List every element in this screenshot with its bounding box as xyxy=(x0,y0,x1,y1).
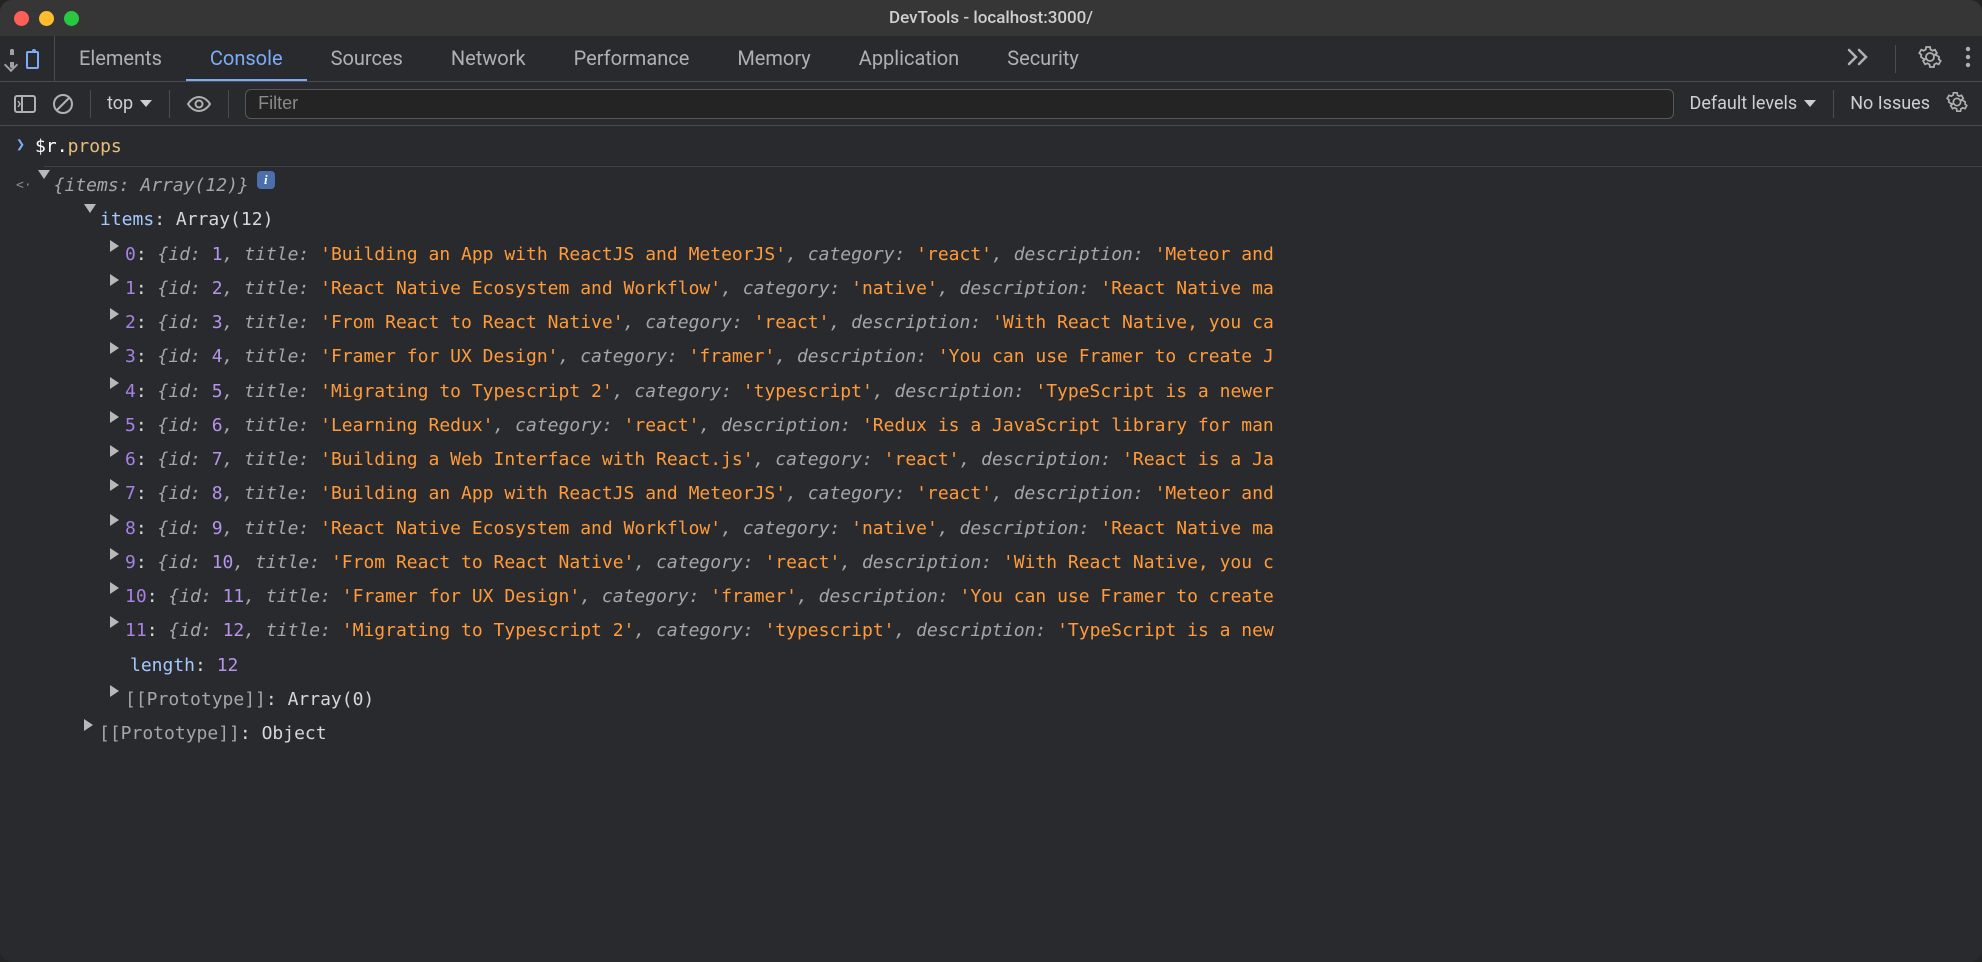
output-chevron-icon: <· xyxy=(16,175,32,197)
expand-toggle-icon[interactable] xyxy=(110,548,119,560)
length-property: length: 12 xyxy=(130,651,238,681)
array-item-content: 0: {id: 1, title: 'Building an App with … xyxy=(125,240,1274,270)
clear-console-icon[interactable] xyxy=(52,93,74,115)
titlebar: DevTools - localhost:3000/ xyxy=(0,0,1982,36)
length-row[interactable]: length: 12 xyxy=(0,649,1982,683)
close-button[interactable] xyxy=(14,11,29,26)
array-item-content: 8: {id: 9, title: 'React Native Ecosyste… xyxy=(125,514,1274,544)
array-item-content: 4: {id: 5, title: 'Migrating to Typescri… xyxy=(125,377,1274,407)
device-toggle-icon[interactable] xyxy=(32,51,36,66)
tab-security[interactable]: Security xyxy=(983,36,1103,81)
live-expression-icon[interactable] xyxy=(186,91,212,117)
array-item-row[interactable]: 5: {id: 6, title: 'Learning Redux', cate… xyxy=(0,409,1982,443)
expand-toggle-icon[interactable] xyxy=(110,411,119,423)
array-items-list: 0: {id: 1, title: 'Building an App with … xyxy=(0,238,1982,649)
expand-toggle-icon[interactable] xyxy=(110,342,119,354)
chevron-down-icon xyxy=(139,93,153,114)
expand-toggle-icon[interactable] xyxy=(84,719,93,731)
window-title: DevTools - localhost:3000/ xyxy=(889,8,1093,28)
divider xyxy=(90,90,91,118)
panel-tabbar: Elements Console Sources Network Perform… xyxy=(0,36,1982,82)
expand-toggle-icon[interactable] xyxy=(110,240,119,252)
array-item-content: 1: {id: 2, title: 'React Native Ecosyste… xyxy=(125,274,1274,304)
tab-console[interactable]: Console xyxy=(186,36,307,81)
expand-toggle-icon[interactable] xyxy=(110,274,119,286)
tab-memory[interactable]: Memory xyxy=(713,36,834,81)
items-property: items: Array(12) xyxy=(100,205,273,235)
tab-performance[interactable]: Performance xyxy=(550,36,714,81)
array-item-row[interactable]: 6: {id: 7, title: 'Building a Web Interf… xyxy=(0,443,1982,477)
console-input-expr: $r.props xyxy=(35,132,122,162)
divider xyxy=(44,166,1982,167)
array-item-content: 2: {id: 3, title: 'From React to React N… xyxy=(125,308,1274,338)
array-item-row[interactable]: 11: {id: 12, title: 'Migrating to Typesc… xyxy=(0,614,1982,648)
context-label: top xyxy=(107,93,133,114)
tab-elements[interactable]: Elements xyxy=(55,36,186,81)
issues-label[interactable]: No Issues xyxy=(1850,93,1930,114)
array-item-content: 10: {id: 11, title: 'Framer for UX Desig… xyxy=(125,582,1274,612)
console-content: ❯ $r.props <· {items: Array(12)} i items… xyxy=(0,126,1982,962)
prototype-property: [[Prototype]]: Array(0) xyxy=(125,685,374,715)
divider xyxy=(1895,45,1896,73)
prototype-row[interactable]: [[Prototype]]: Object xyxy=(0,717,1982,751)
divider xyxy=(1833,90,1834,118)
settings-icon[interactable] xyxy=(1918,45,1942,73)
expand-toggle-icon[interactable] xyxy=(110,308,119,320)
expand-toggle-icon[interactable] xyxy=(110,479,119,491)
array-item-row[interactable]: 4: {id: 5, title: 'Migrating to Typescri… xyxy=(0,375,1982,409)
array-item-row[interactable]: 2: {id: 3, title: 'From React to React N… xyxy=(0,306,1982,340)
sidebar-toggle-icon[interactable] xyxy=(14,93,36,115)
expand-toggle-icon[interactable] xyxy=(110,377,119,389)
expand-toggle-icon[interactable] xyxy=(110,685,119,697)
array-item-row[interactable]: 7: {id: 8, title: 'Building an App with … xyxy=(0,477,1982,511)
minimize-button[interactable] xyxy=(39,11,54,26)
array-item-row[interactable]: 8: {id: 9, title: 'React Native Ecosyste… xyxy=(0,512,1982,546)
expand-toggle-icon[interactable] xyxy=(110,616,119,628)
array-item-content: 11: {id: 12, title: 'Migrating to Typesc… xyxy=(125,616,1274,646)
array-item-row[interactable]: 3: {id: 4, title: 'Framer for UX Design'… xyxy=(0,340,1982,374)
array-item-row[interactable]: 1: {id: 2, title: 'React Native Ecosyste… xyxy=(0,272,1982,306)
more-menu-icon[interactable] xyxy=(1964,45,1972,73)
tab-sources[interactable]: Sources xyxy=(307,36,427,81)
context-selector[interactable]: top xyxy=(107,93,153,114)
object-summary: {items: Array(12)} xyxy=(54,171,249,201)
expand-toggle-icon[interactable] xyxy=(38,170,50,179)
levels-label: Default levels xyxy=(1690,93,1798,114)
expand-toggle-icon[interactable] xyxy=(110,445,119,457)
more-tabs-icon[interactable] xyxy=(1847,48,1873,70)
console-toolbar: top Default levels No Issues xyxy=(0,82,1982,126)
prototype-row[interactable]: [[Prototype]]: Array(0) xyxy=(0,683,1982,717)
array-item-content: 7: {id: 8, title: 'Building an App with … xyxy=(125,479,1274,509)
array-item-content: 9: {id: 10, title: 'From React to React … xyxy=(125,548,1274,578)
console-input-row[interactable]: ❯ $r.props xyxy=(0,130,1982,164)
devtools-window: DevTools - localhost:3000/ Elements Cons… xyxy=(0,0,1982,962)
array-item-content: 3: {id: 4, title: 'Framer for UX Design'… xyxy=(125,342,1274,372)
inspect-icon[interactable] xyxy=(10,51,14,66)
divider xyxy=(169,90,170,118)
array-item-content: 6: {id: 7, title: 'Building a Web Interf… xyxy=(125,445,1274,475)
console-output-row[interactable]: <· {items: Array(12)} i xyxy=(0,169,1982,203)
window-controls xyxy=(14,11,79,26)
prototype-property: [[Prototype]]: Object xyxy=(99,719,327,749)
filter-input[interactable] xyxy=(245,89,1673,119)
expand-toggle-icon[interactable] xyxy=(110,514,119,526)
console-settings-icon[interactable] xyxy=(1946,91,1968,117)
expand-toggle-icon[interactable] xyxy=(84,204,96,213)
input-chevron-icon: ❯ xyxy=(16,132,25,157)
array-item-content: 5: {id: 6, title: 'Learning Redux', cate… xyxy=(125,411,1274,441)
expand-toggle-icon[interactable] xyxy=(110,582,119,594)
info-icon[interactable]: i xyxy=(257,171,275,189)
array-item-row[interactable]: 0: {id: 1, title: 'Building an App with … xyxy=(0,238,1982,272)
divider xyxy=(228,90,229,118)
tab-network[interactable]: Network xyxy=(427,36,550,81)
array-item-row[interactable]: 9: {id: 10, title: 'From React to React … xyxy=(0,546,1982,580)
array-item-row[interactable]: 10: {id: 11, title: 'Framer for UX Desig… xyxy=(0,580,1982,614)
chevron-down-icon xyxy=(1803,93,1817,114)
maximize-button[interactable] xyxy=(64,11,79,26)
object-property-row[interactable]: items: Array(12) xyxy=(0,203,1982,237)
log-levels-selector[interactable]: Default levels xyxy=(1690,93,1818,114)
tab-application[interactable]: Application xyxy=(835,36,983,81)
